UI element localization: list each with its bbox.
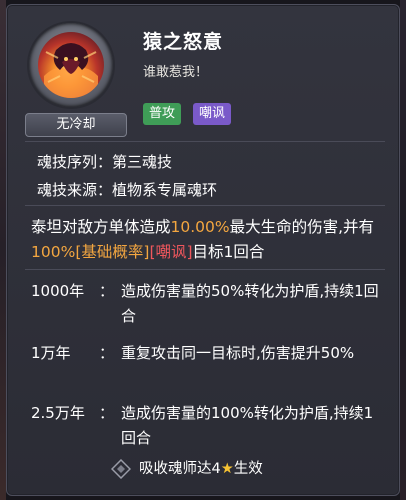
tag-taunt: 嘲讽 [193,103,232,125]
skill-description: 泰坦对敌方单体造成10.00%最大生命的伤害,并有 100%[基础概率][嘲讽]目… [31,215,381,265]
skill-order-value: 第三魂技 [112,153,173,171]
level-colon: ： [99,404,115,422]
desc-damage-percent: 10.00% [170,218,230,236]
level-row-25000: 2.5万年 ： 造成伤害量的100%转化为护盾,持续1回合 [31,401,381,451]
skill-order-label: 魂技序列： [37,153,113,171]
divider-bottom [25,269,385,270]
desc-chance-percent: 100% [31,243,76,261]
star-icon: ★ [220,461,234,477]
level-colon: ： [99,344,115,362]
diamond-icon [110,458,132,480]
divider-middle [25,205,385,206]
level-row-10000: 1万年 ： 重复攻击同一目标时,伤害提升50% [31,341,381,366]
skill-source-label: 魂技来源： [37,181,113,199]
skill-source-row: 魂技来源：植物系专属魂环 [37,179,217,200]
level-effect: 造成伤害量的50%转化为护盾,持续1回合 [121,282,379,325]
absorb-text-pre: 吸收魂师达4 [139,461,221,477]
background-edge-right [400,0,406,500]
desc-text-1: 泰坦对敌方单体造成 [31,218,171,236]
level-row-1000: 1000年 ： 造成伤害量的50%转化为护盾,持续1回合 [31,279,381,329]
level-effect: 造成伤害量的100%转化为护盾,持续1回合 [121,404,374,447]
desc-taunt: [嘲讽] [149,243,193,261]
tag-normal-attack: 普攻 [143,103,182,125]
desc-text-3: 目标1回合 [192,243,265,261]
divider-top [25,141,385,142]
level-label: 2.5万年 [31,404,85,422]
skill-source-value: 植物系专属魂环 [112,181,218,199]
absorb-text-post: 生效 [233,461,263,477]
skill-order-row: 魂技序列：第三魂技 [37,151,172,172]
desc-text-2: 最大生命的伤害,并有 [229,218,375,236]
level-label: 1000年 [31,282,85,300]
ape-rage-icon [38,32,104,98]
skill-name: 猿之怒意 [143,31,224,53]
skill-tooltip-panel: 无冷却 猿之怒意 谁敢惹我！ 普攻 嘲讽 魂技序列：第三魂技 魂技来源：植物系专… [6,4,400,496]
skill-icon [29,23,113,107]
skill-subtitle: 谁敢惹我！ [143,65,209,80]
level-colon: ： [99,282,115,300]
absorb-requirement: 吸收魂师达4★生效 [139,459,263,479]
cooldown-badge: 无冷却 [25,113,127,137]
level-label: 1万年 [31,344,71,362]
level-effect: 重复攻击同一目标时,伤害提升50% [121,344,355,362]
desc-base-rate: [基础概率] [75,243,150,261]
